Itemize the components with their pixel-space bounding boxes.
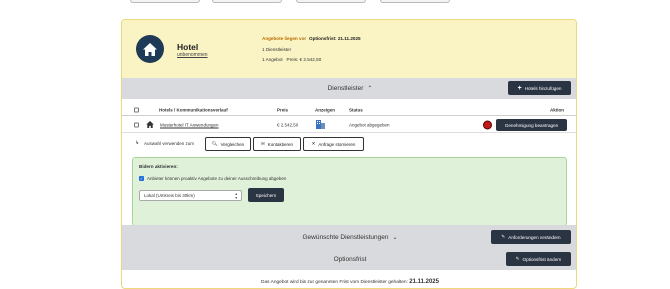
providers-section-title: Dienstleister bbox=[327, 85, 364, 92]
row-checkbox[interactable] bbox=[134, 122, 139, 127]
select-all-checkbox[interactable] bbox=[134, 107, 139, 112]
column-status: Status bbox=[349, 107, 363, 112]
hotel-link[interactable]: Musterhotel IT Anwendungen bbox=[160, 122, 218, 127]
hotel-name: Hotel bbox=[177, 42, 199, 52]
compare-button[interactable]: 🔍︎ Vergleichen bbox=[205, 137, 251, 151]
chevron-up-icon: ⌃ bbox=[367, 86, 373, 92]
column-show: Anzeigen bbox=[315, 107, 336, 112]
plus-icon: + bbox=[517, 84, 522, 92]
bulk-label: Auswahl verwenden zum bbox=[144, 141, 195, 146]
offer-summary: 1 Angebot Preis: € 2.542,50 bbox=[262, 57, 322, 62]
pencil-icon: ✎ bbox=[501, 234, 506, 239]
toolbar-button-stub[interactable] bbox=[380, 0, 450, 3]
arrow-corner-icon: ↳ bbox=[135, 140, 140, 146]
toolbar-button-stub[interactable] bbox=[296, 0, 366, 3]
offer-document-icon[interactable] bbox=[316, 119, 326, 130]
offer-status-label: Angebote liegen vor bbox=[262, 36, 307, 41]
top-toolbar-stubs bbox=[0, 0, 670, 6]
bulk-actions: ↳ Auswahl verwenden zum 🔍︎ Vergleichen ✉… bbox=[122, 137, 576, 151]
select-arrows-icon: ▲ ▼ bbox=[234, 192, 238, 200]
change-option-button[interactable]: ✎ Optionsfrist ändern bbox=[506, 252, 571, 266]
hotel-card: Hotel unbenommen Angebote liegen vor Opt… bbox=[121, 19, 577, 289]
column-hotels: Hotels / Kommunikationsverlauf bbox=[159, 107, 228, 112]
toolbar-button-stub[interactable] bbox=[130, 0, 200, 3]
providers-table-header: Hotels / Kommunikationsverlauf Preis Anz… bbox=[122, 104, 576, 116]
close-icon: ✕ bbox=[311, 141, 316, 146]
option-footer-text: Das Angebot wird bis zur genannten Frist… bbox=[261, 279, 439, 285]
bidding-panel: Bidern aktivieren: ✓ Anbieter können pro… bbox=[132, 157, 567, 226]
change-requirements-button[interactable]: ✎ Anforderungen verändern bbox=[491, 230, 571, 244]
option-section-title: Optionsfrist bbox=[333, 256, 367, 263]
radius-select[interactable]: Lokal (Umkreis bis 30km) ▲ ▼ bbox=[139, 190, 242, 201]
request-approval-button[interactable]: Genehmigung beantragen bbox=[496, 119, 567, 131]
bidding-title: Bidern aktivieren: bbox=[139, 164, 178, 169]
column-action: Aktion bbox=[550, 107, 564, 112]
row-status: Angebot abgegeben bbox=[349, 122, 390, 127]
provider-count: 1 Dienstleister bbox=[262, 47, 292, 52]
toolbar-button-stub[interactable] bbox=[212, 0, 282, 3]
bidding-checkbox-row[interactable]: ✓ Anbieter können proaktiv Angebote zu d… bbox=[139, 176, 286, 181]
option-footer-date: 21.11.2025 bbox=[409, 279, 439, 285]
column-price: Preis bbox=[277, 107, 289, 112]
services-section-title: Gewünschte Dienstleistungen bbox=[302, 233, 389, 241]
envelope-icon: ✉ bbox=[260, 141, 265, 146]
cancel-request-button[interactable]: ✕ Anfrage stornieren bbox=[303, 137, 364, 151]
home-icon bbox=[143, 42, 157, 56]
save-button[interactable]: Speichern bbox=[248, 188, 284, 202]
contact-button[interactable]: ✉ Kontaktieren bbox=[253, 137, 301, 151]
bidding-checkbox[interactable]: ✓ bbox=[139, 176, 144, 181]
row-price: € 2.542,50 bbox=[277, 122, 299, 127]
search-icon: 🔍︎ bbox=[211, 141, 218, 146]
bidding-checkbox-label: Anbieter können proaktiv Angebote zu dei… bbox=[147, 176, 287, 181]
table-row: Musterhotel IT Anwendungen € 2.542,50 An… bbox=[122, 117, 576, 133]
hotel-icon bbox=[146, 120, 154, 129]
option-deadline-label: Optionsfrist: 21.11.2025 bbox=[309, 36, 361, 41]
hotel-header: Hotel unbenommen Angebote liegen vor Opt… bbox=[122, 20, 576, 78]
avatar bbox=[136, 35, 164, 63]
pencil-icon: ✎ bbox=[515, 256, 520, 261]
hotel-status-link[interactable]: unbenommen bbox=[177, 52, 208, 58]
add-hotels-button[interactable]: + Hotels hinzufügen bbox=[508, 81, 571, 95]
chevron-down-icon: ⌄ bbox=[392, 234, 398, 241]
record-indicator-icon bbox=[483, 120, 492, 129]
